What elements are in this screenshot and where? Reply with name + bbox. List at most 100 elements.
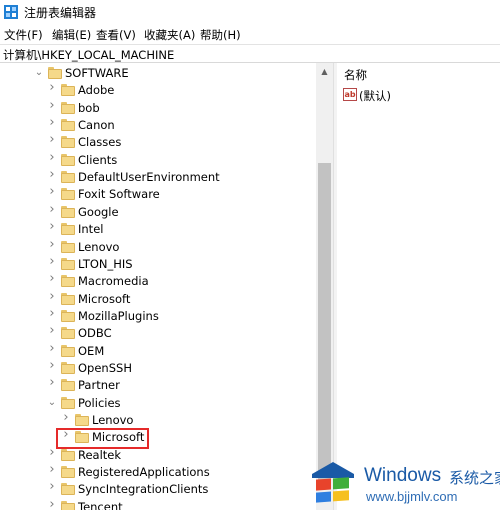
tree-item[interactable]: › SyncIntegrationClients bbox=[0, 480, 316, 498]
folder-icon bbox=[61, 500, 75, 510]
chevron-right-icon[interactable]: › bbox=[47, 463, 57, 476]
chevron-right-icon[interactable]: › bbox=[47, 376, 57, 389]
tree-item-label: Tencent bbox=[78, 499, 123, 510]
scroll-up-arrow-icon[interactable]: ▲ bbox=[316, 63, 333, 80]
tree-item[interactable]: ⌄ Policies bbox=[0, 395, 316, 412]
tree-item[interactable]: › Lenovo bbox=[0, 411, 316, 429]
folder-icon bbox=[48, 67, 62, 79]
tree-item-label: Policies bbox=[78, 395, 121, 410]
chevron-right-icon[interactable]: › bbox=[47, 220, 57, 233]
folder-icon bbox=[61, 101, 75, 114]
folder-icon bbox=[61, 309, 75, 322]
tree-item[interactable]: › bob bbox=[0, 99, 316, 117]
chevron-right-icon[interactable]: › bbox=[47, 203, 57, 216]
chevron-right-icon[interactable]: › bbox=[47, 168, 57, 181]
tree-item[interactable]: › Clients bbox=[0, 151, 316, 169]
tree-item[interactable]: › Intel bbox=[0, 220, 316, 238]
tree-item[interactable]: › Tencent bbox=[0, 498, 316, 510]
tree-item[interactable]: › ODBC bbox=[0, 324, 316, 342]
folder-icon bbox=[61, 119, 75, 132]
menu-favorites[interactable]: 收藏夹(A) bbox=[144, 27, 195, 43]
chevron-right-icon[interactable]: › bbox=[47, 324, 57, 337]
tree-item[interactable]: › Lenovo bbox=[0, 238, 316, 256]
tree-item-label: Intel bbox=[78, 222, 104, 237]
chevron-right-icon[interactable]: › bbox=[47, 81, 57, 94]
chevron-right-icon[interactable]: › bbox=[47, 99, 57, 112]
folder-icon bbox=[61, 136, 75, 149]
watermark-brand: Windows bbox=[364, 465, 442, 486]
watermark-site-name: 系统之家 bbox=[449, 469, 500, 487]
tree-item-label: MozillaPlugins bbox=[78, 308, 159, 323]
tree-item[interactable]: › MozillaPlugins bbox=[0, 307, 316, 325]
tree-item-label: Adobe bbox=[78, 83, 115, 98]
tree-item[interactable]: › DefaultUserEnvironment bbox=[0, 168, 316, 186]
address-bar[interactable]: 计算机\HKEY_LOCAL_MACHINE bbox=[0, 44, 500, 63]
tree-item-label: Macromedia bbox=[78, 274, 149, 289]
chevron-right-icon[interactable]: › bbox=[47, 307, 57, 320]
tree-item[interactable]: › Classes bbox=[0, 133, 316, 151]
tree-item[interactable]: › OpenSSH bbox=[0, 359, 316, 377]
chevron-right-icon[interactable]: › bbox=[47, 133, 57, 146]
folder-icon bbox=[61, 344, 75, 357]
tree-item[interactable]: › Adobe bbox=[0, 81, 316, 99]
scroll-thumb[interactable] bbox=[318, 163, 331, 489]
values-pane: 名称 ab (默认) bbox=[337, 63, 500, 510]
tree-item-label: Canon bbox=[78, 118, 115, 133]
chevron-right-icon[interactable]: › bbox=[47, 238, 57, 251]
chevron-right-icon[interactable]: › bbox=[47, 272, 57, 285]
tree-item-label: DefaultUserEnvironment bbox=[78, 170, 220, 185]
column-header-name[interactable]: 名称 bbox=[344, 67, 367, 83]
folder-icon bbox=[61, 171, 75, 184]
folder-icon bbox=[61, 188, 75, 201]
tree-item-label: Lenovo bbox=[78, 239, 120, 254]
chevron-down-icon[interactable]: ⌄ bbox=[34, 67, 44, 79]
tree-item[interactable]: › Realtek bbox=[0, 446, 316, 464]
tree-item[interactable]: › Macromedia bbox=[0, 272, 316, 290]
tree-item-label: RegisteredApplications bbox=[78, 465, 210, 480]
string-value-icon: ab bbox=[343, 88, 357, 101]
tree-item-label: Microsoft bbox=[78, 291, 131, 306]
tree-item[interactable]: › Google bbox=[0, 203, 316, 221]
chevron-down-icon[interactable]: ⌄ bbox=[47, 397, 57, 409]
folder-icon bbox=[61, 379, 75, 392]
chevron-right-icon[interactable]: › bbox=[47, 151, 57, 164]
tree-item-label: Foxit Software bbox=[78, 187, 160, 202]
folder-icon bbox=[61, 361, 75, 374]
chevron-right-icon[interactable]: › bbox=[61, 411, 71, 424]
chevron-right-icon[interactable]: › bbox=[47, 480, 57, 493]
tree-item[interactable]: › RegisteredApplications bbox=[0, 463, 316, 481]
folder-icon bbox=[61, 223, 75, 236]
folder-icon bbox=[75, 414, 89, 426]
tree-scrollbar[interactable]: ▲ bbox=[316, 63, 333, 510]
chevron-right-icon[interactable]: › bbox=[47, 255, 57, 268]
value-row-default[interactable]: ab (默认) bbox=[343, 87, 493, 103]
tree-item[interactable]: › Microsoft bbox=[0, 428, 316, 446]
chevron-right-icon[interactable]: › bbox=[47, 498, 57, 510]
tree-item-label: Clients bbox=[78, 152, 118, 167]
folder-icon bbox=[61, 396, 75, 409]
registry-tree: ⌄ SOFTWARE › Adobe › bob › Canon › Classes › Client… bbox=[0, 63, 316, 510]
chevron-right-icon[interactable]: › bbox=[47, 185, 57, 198]
menu-edit[interactable]: 编辑(E) bbox=[52, 27, 91, 43]
menu-view[interactable]: 查看(V) bbox=[96, 27, 136, 43]
menu-help[interactable]: 帮助(H) bbox=[200, 27, 241, 43]
chevron-right-icon[interactable]: › bbox=[47, 290, 57, 303]
menu-file[interactable]: 文件(F) bbox=[4, 27, 43, 43]
tree-item-label: Google bbox=[78, 204, 119, 219]
folder-icon bbox=[61, 327, 75, 340]
tree-item[interactable]: › OEM bbox=[0, 342, 316, 360]
chevron-right-icon[interactable]: › bbox=[47, 116, 57, 129]
tree-item[interactable]: ⌄ SOFTWARE bbox=[0, 65, 316, 82]
tree-item-label: SyncIntegrationClients bbox=[78, 482, 209, 497]
tree-item[interactable]: › Microsoft bbox=[0, 290, 316, 308]
tree-item[interactable]: › Foxit Software bbox=[0, 185, 316, 203]
tree-item[interactable]: › Partner bbox=[0, 376, 316, 394]
tree-item[interactable]: › Canon bbox=[0, 116, 316, 134]
tree-item-label: Lenovo bbox=[92, 413, 134, 427]
title-bar: 注册表编辑器 bbox=[0, 0, 500, 24]
chevron-right-icon[interactable]: › bbox=[47, 342, 57, 355]
address-path[interactable]: 计算机\HKEY_LOCAL_MACHINE bbox=[3, 47, 174, 63]
folder-icon bbox=[61, 292, 75, 305]
tree-item[interactable]: › LTON_HIS bbox=[0, 255, 316, 273]
chevron-right-icon[interactable]: › bbox=[47, 359, 57, 372]
